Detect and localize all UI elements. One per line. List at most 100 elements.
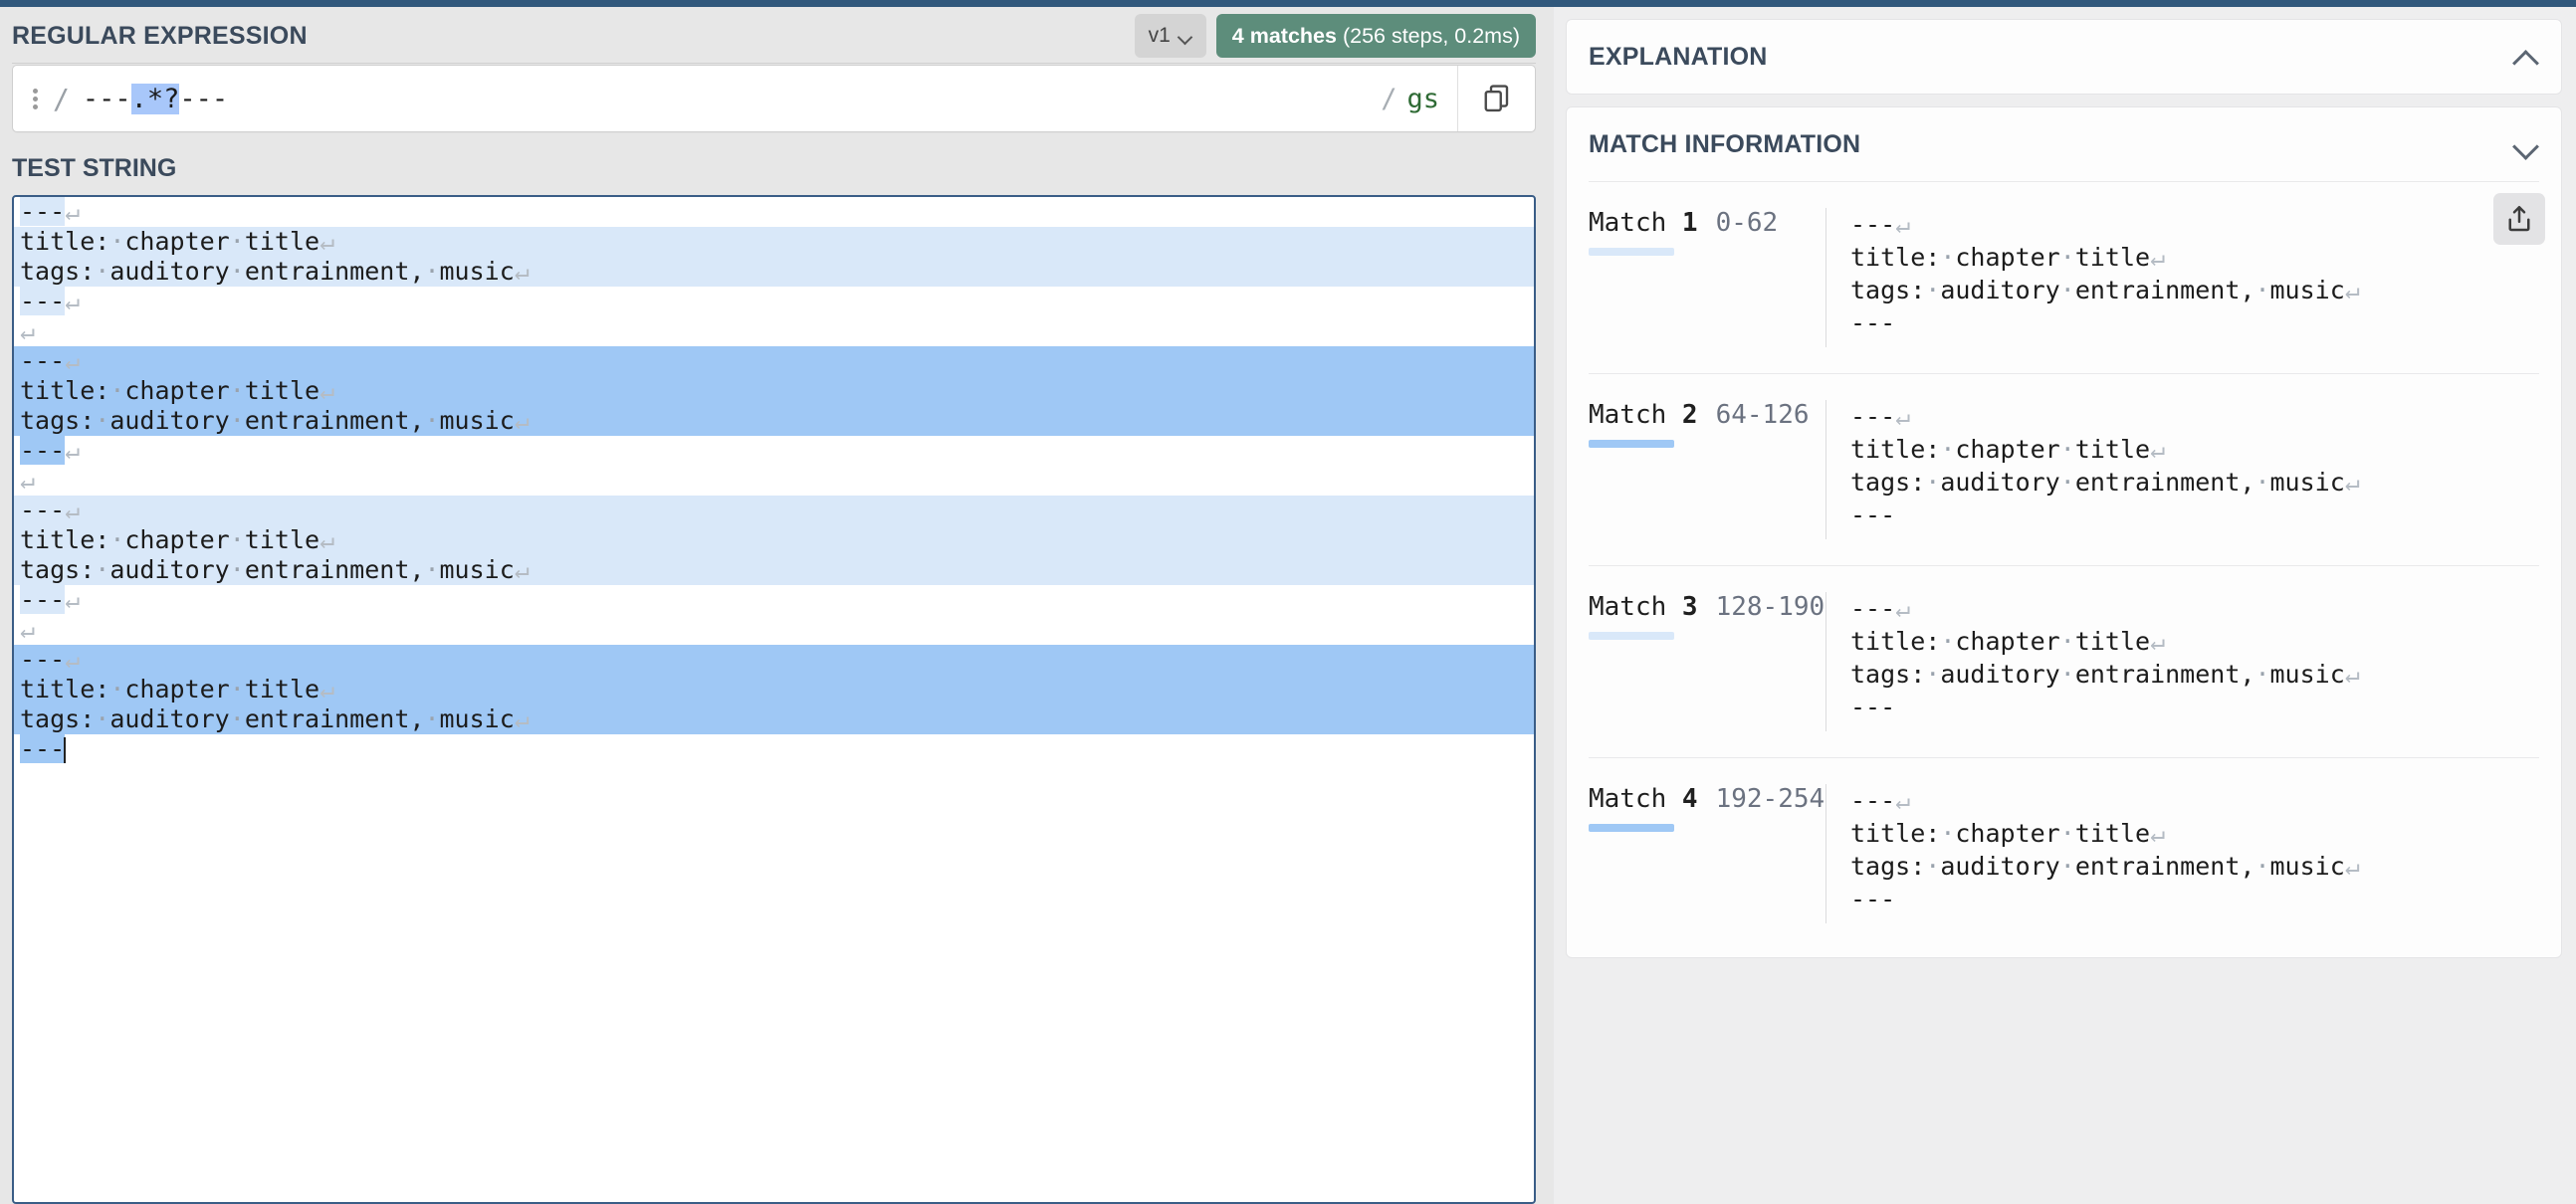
match-count-text: 4 matches bbox=[1231, 23, 1337, 48]
match-content: ---↵ title:·chapter·title↵ tags:·auditory·… bbox=[1825, 400, 2539, 539]
regex-open-delimiter: / bbox=[53, 82, 70, 115]
match-content-line: --- bbox=[1850, 885, 1896, 913]
top-accent-bar bbox=[0, 0, 2576, 7]
match-content-line: ---↵ bbox=[1850, 786, 1911, 815]
regex-flags[interactable]: / gs bbox=[1381, 66, 1457, 131]
match-entry[interactable]: Match 3 128-190 ---↵ title:·chapter·title↵ t… bbox=[1567, 566, 2561, 757]
export-share-icon bbox=[2508, 206, 2530, 232]
match-content-line: tags:·auditory·entrainment,·music↵ bbox=[1850, 660, 2360, 689]
chevron-down-icon bbox=[1179, 32, 1192, 41]
match-entry[interactable]: Match 1 0-62 ---↵ title:·chapter·title↵ tags… bbox=[1567, 182, 2561, 373]
explanation-card: EXPLANATION bbox=[1566, 19, 2562, 95]
match-content-line: --- bbox=[1850, 501, 1896, 529]
editor-line[interactable]: ---↵ bbox=[14, 197, 1534, 227]
match-underline bbox=[1589, 440, 1674, 448]
match-content-line: title:·chapter·title↵ bbox=[1850, 819, 2166, 848]
editor-line[interactable]: ---↵ bbox=[14, 436, 1534, 466]
match-content-line: --- bbox=[1850, 308, 1896, 337]
match-information-header[interactable]: MATCH INFORMATION bbox=[1567, 107, 2561, 181]
regex-input-box[interactable]: / ---.*?--- / gs bbox=[12, 65, 1536, 132]
match-meta: Match 4 192-254 bbox=[1567, 784, 1825, 832]
copy-icon bbox=[1484, 85, 1508, 112]
match-stats-text: (256 steps, 0.2ms) bbox=[1342, 23, 1520, 48]
match-range: 128-190 bbox=[1715, 592, 1825, 622]
match-meta: Match 1 0-62 bbox=[1567, 208, 1825, 256]
editor-line[interactable]: title:·chapter·title↵ bbox=[14, 675, 1534, 704]
match-content-line: ---↵ bbox=[1850, 402, 1911, 431]
match-content-line: tags:·auditory·entrainment,·music↵ bbox=[1850, 468, 2360, 497]
match-content-line: ---↵ bbox=[1850, 210, 1911, 239]
match-content-line: ---↵ bbox=[1850, 594, 1911, 623]
match-underline bbox=[1589, 248, 1674, 256]
regex-version-select[interactable]: v1 bbox=[1134, 14, 1206, 58]
match-content-line: --- bbox=[1850, 693, 1896, 721]
chevron-down-icon[interactable] bbox=[2513, 136, 2539, 152]
match-information-title: MATCH INFORMATION bbox=[1589, 129, 1861, 158]
chevron-up-icon[interactable] bbox=[2513, 49, 2539, 65]
match-content-line: title:·chapter·title↵ bbox=[1850, 627, 2166, 656]
regex-input-main[interactable]: / ---.*?--- bbox=[13, 66, 1381, 131]
match-list: Match 1 0-62 ---↵ title:·chapter·title↵ tags… bbox=[1567, 182, 2561, 949]
editor-line[interactable]: ---↵ bbox=[14, 346, 1534, 376]
editor-line[interactable]: tags:·auditory·entrainment,·music↵ bbox=[14, 704, 1534, 734]
match-entry[interactable]: Match 2 64-126 ---↵ title:·chapter·title↵ ta… bbox=[1567, 374, 2561, 565]
editor-line[interactable]: ---↵ bbox=[14, 585, 1534, 615]
test-string-wrap: ---↵ title:·chapter·title↵ tags:·auditory·… bbox=[0, 195, 1554, 1204]
left-pane: REGULAR EXPRESSION v1 4 matches (256 ste… bbox=[0, 0, 1554, 1204]
export-matches-button[interactable] bbox=[2493, 193, 2545, 245]
regex-pattern-input[interactable]: ---.*?--- bbox=[82, 83, 229, 114]
regex-version-label: v1 bbox=[1148, 24, 1171, 47]
match-underline bbox=[1589, 632, 1674, 640]
regex-pattern-after: --- bbox=[179, 83, 229, 114]
match-content-line: tags:·auditory·entrainment,·music↵ bbox=[1850, 852, 2360, 881]
regex101-app: REGULAR EXPRESSION v1 4 matches (256 ste… bbox=[0, 0, 2576, 1204]
regex-close-delimiter: / bbox=[1381, 83, 1397, 114]
header-controls: v1 4 matches (256 steps, 0.2ms) bbox=[1134, 14, 1536, 58]
match-content: ---↵ title:·chapter·title↵ tags:·auditory·… bbox=[1825, 208, 2539, 347]
match-label: Match 4 bbox=[1589, 784, 1698, 814]
match-content: ---↵ title:·chapter·title↵ tags:·auditory·… bbox=[1825, 592, 2539, 731]
regex-pattern-selection: .*? bbox=[130, 83, 180, 114]
regular-expression-header: REGULAR EXPRESSION v1 4 matches (256 ste… bbox=[0, 7, 1554, 65]
editor-line[interactable]: title:·chapter·title↵ bbox=[14, 227, 1534, 257]
editor-line[interactable]: --- bbox=[14, 734, 1534, 764]
editor-line[interactable]: ---↵ bbox=[14, 287, 1534, 316]
match-count-badge[interactable]: 4 matches (256 steps, 0.2ms) bbox=[1215, 14, 1536, 58]
match-content-line: title:·chapter·title↵ bbox=[1850, 435, 2166, 464]
match-label: Match 2 bbox=[1589, 400, 1698, 430]
match-range: 192-254 bbox=[1715, 784, 1825, 814]
regex-flags-value: gs bbox=[1406, 83, 1439, 114]
match-information-card: MATCH INFORMATION Match 1 0-62 ---↵ title:·… bbox=[1566, 106, 2562, 958]
match-underline bbox=[1589, 824, 1674, 832]
editor-line[interactable]: tags:·auditory·entrainment,·music↵ bbox=[14, 555, 1534, 585]
editor-line[interactable]: ---↵ bbox=[14, 645, 1534, 675]
match-range: 64-126 bbox=[1715, 400, 1810, 430]
match-content: ---↵ title:·chapter·title↵ tags:·auditory·… bbox=[1825, 784, 2539, 923]
editor-line[interactable]: ↵ bbox=[14, 466, 1534, 496]
regex-pattern-before: --- bbox=[82, 83, 131, 114]
match-label: Match 3 bbox=[1589, 592, 1698, 622]
text-cursor bbox=[64, 737, 67, 763]
match-meta: Match 3 128-190 bbox=[1567, 592, 1825, 640]
editor-line[interactable]: ↵ bbox=[14, 316, 1534, 346]
explanation-header[interactable]: EXPLANATION bbox=[1567, 20, 2561, 94]
editor-line[interactable]: title:·chapter·title↵ bbox=[14, 376, 1534, 406]
match-range: 0-62 bbox=[1715, 208, 1779, 238]
page-title: REGULAR EXPRESSION bbox=[12, 21, 308, 50]
kebab-menu-icon[interactable] bbox=[29, 82, 45, 115]
test-string-editor[interactable]: ---↵ title:·chapter·title↵ tags:·auditory·… bbox=[12, 195, 1536, 1204]
editor-line[interactable]: tags:·auditory·entrainment,·music↵ bbox=[14, 257, 1534, 287]
test-string-label: TEST STRING bbox=[12, 154, 177, 182]
editor-line[interactable]: ---↵ bbox=[14, 496, 1534, 525]
copy-regex-button[interactable] bbox=[1457, 66, 1535, 131]
header-divider bbox=[12, 63, 1536, 64]
match-meta: Match 2 64-126 bbox=[1567, 400, 1825, 448]
right-pane: EXPLANATION MATCH INFORMATION Match 1 0-6… bbox=[1554, 0, 2576, 1204]
editor-line[interactable]: title:·chapter·title↵ bbox=[14, 525, 1534, 555]
regex-input-wrap: / ---.*?--- / gs bbox=[0, 65, 1554, 132]
match-entry[interactable]: Match 4 192-254 ---↵ title:·chapter·title↵ t… bbox=[1567, 758, 2561, 949]
match-label: Match 1 bbox=[1589, 208, 1698, 238]
match-content-line: tags:·auditory·entrainment,·music↵ bbox=[1850, 276, 2360, 304]
editor-line[interactable]: ↵ bbox=[14, 615, 1534, 645]
editor-line[interactable]: tags:·auditory·entrainment,·music↵ bbox=[14, 406, 1534, 436]
